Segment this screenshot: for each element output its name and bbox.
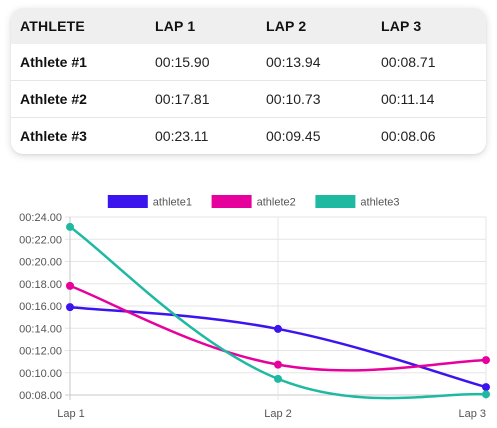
lap-1-time: 00:17.81 [146,80,257,118]
legend-swatch-athlete2[interactable] [211,195,252,208]
y-tick-label: 00:12.00 [19,346,62,358]
legend-swatch-athlete1[interactable] [107,195,148,208]
legend-label-athlete3[interactable]: athlete3 [360,197,399,209]
athlete-name: Athlete #1 [20,54,87,70]
table-row: Athlete #3 00:23.11 00:09.45 00:08.06 [11,117,486,154]
header-lap-3: LAP 3 [372,8,486,44]
y-tick-label: 00:14.00 [19,323,62,335]
data-point-athlete2 [274,360,282,369]
lap-1-time: 00:23.11 [146,117,257,154]
table-row: Athlete #2 00:17.81 00:10.73 00:11.14 [11,80,486,118]
y-tick-label: 00:08.00 [19,390,62,402]
line-chart: 00:08.00 00:10.00 00:12.00 00:14.00 00:16.00… [19,195,490,420]
table-header-row: ATHLETE LAP 1 LAP 2 LAP 3 [11,8,486,44]
data-point-athlete1 [274,324,282,333]
lap-1-time: 00:15.90 [155,54,210,70]
header-lap-2: LAP 2 [257,8,372,44]
lap-2-time: 00:09.45 [257,117,372,154]
lap-3-time: 00:08.06 [372,117,486,154]
table-row: Athlete #1 00:15.90 00:13.94 00:08.71 [11,44,486,81]
y-tick-label: 00:20.00 [19,257,62,269]
lap-2-time: 00:13.94 [266,54,321,70]
x-tick-label: Lap 1 [57,408,85,420]
data-point-athlete3 [66,222,74,231]
x-tick-label: Lap 3 [458,408,486,420]
lap-times-chart: 00:08.00 00:10.00 00:12.00 00:14.00 00:16.00… [0,185,497,428]
legend-swatch-athlete3[interactable] [315,195,356,208]
header-athlete: ATHLETE [11,8,146,44]
legend-label-athlete2[interactable]: athlete2 [257,197,296,209]
page: ATHLETE LAP 1 LAP 2 LAP 3 Athlete #1 00:… [0,0,497,428]
y-tick-label: 00:10.00 [19,368,62,380]
y-tick-label: 00:22.00 [19,234,62,246]
y-tick-label: 00:16.00 [19,301,62,313]
data-point-athlete1 [66,303,74,312]
data-point-athlete2 [482,356,490,365]
data-point-athlete2 [66,281,74,290]
data-point-athlete1 [482,383,490,392]
y-tick-label: 00:18.00 [19,279,62,291]
lap-times-table: ATHLETE LAP 1 LAP 2 LAP 3 Athlete #1 00:… [11,8,486,154]
header-lap-1: LAP 1 [146,8,257,44]
data-point-athlete3 [274,374,282,383]
lap-2-time: 00:10.73 [257,80,372,118]
data-point-athlete3 [482,390,490,399]
lap-times-table-card: ATHLETE LAP 1 LAP 2 LAP 3 Athlete #1 00:… [11,8,486,154]
lap-3-time: 00:11.14 [372,80,486,118]
y-tick-label: 00:24.00 [19,212,62,224]
legend-label-athlete1[interactable]: athlete1 [153,197,192,209]
x-tick-label: Lap 2 [264,408,292,420]
athlete-name: Athlete #3 [11,117,146,154]
lap-3-time: 00:08.71 [381,54,436,70]
athlete-name: Athlete #2 [11,80,146,118]
